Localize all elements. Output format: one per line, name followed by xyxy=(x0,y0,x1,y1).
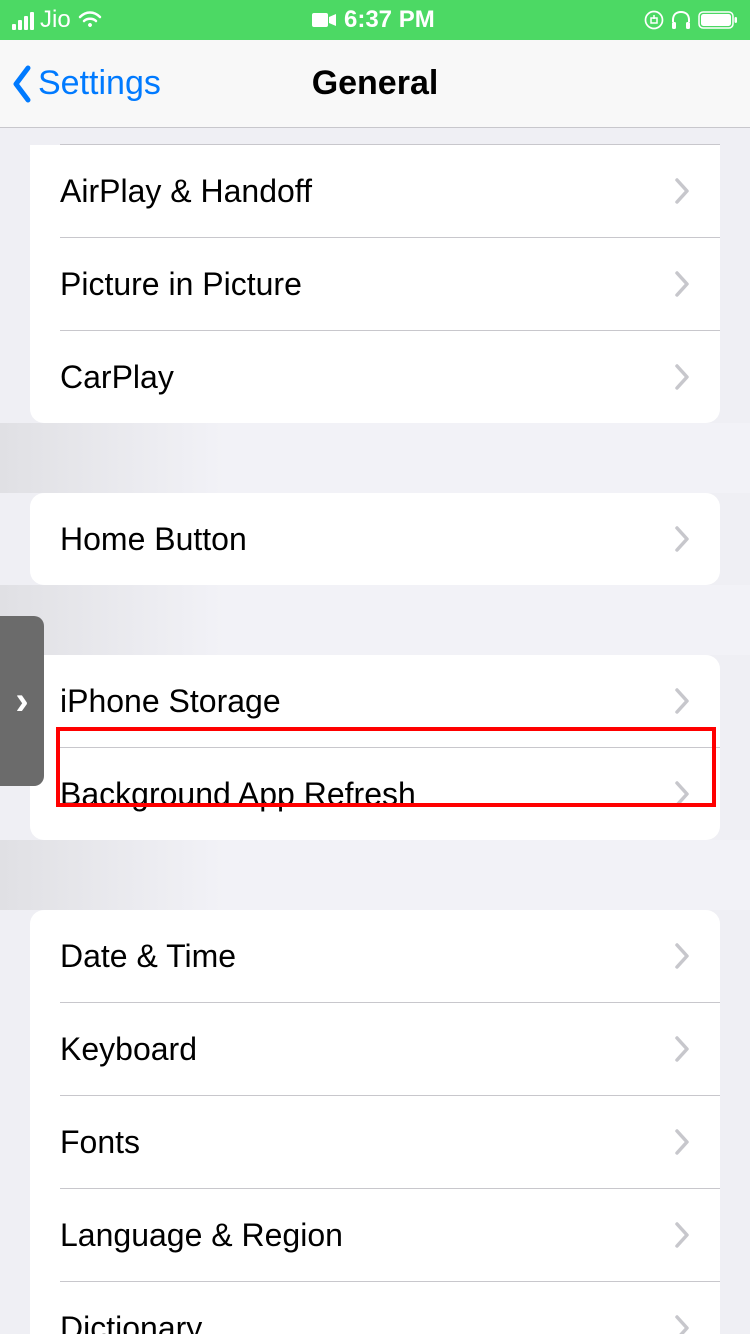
section-group: Home Button xyxy=(30,493,720,585)
status-bar: Jio 6:37 PM xyxy=(0,0,750,40)
row-label: iPhone Storage xyxy=(60,683,281,720)
page-title: General xyxy=(312,64,439,103)
chevron-right-icon xyxy=(674,1314,690,1334)
chevron-right-icon xyxy=(674,687,690,715)
carrier-label: Jio xyxy=(40,6,71,34)
row-iphone-storage[interactable]: iPhone Storage xyxy=(30,655,720,747)
chevron-right-icon xyxy=(674,1035,690,1063)
row-fonts[interactable]: Fonts xyxy=(30,1096,720,1188)
side-handle[interactable]: › xyxy=(0,616,44,786)
orientation-lock-icon xyxy=(644,10,664,30)
camera-icon xyxy=(312,12,336,28)
chevron-right-icon xyxy=(674,1221,690,1249)
chevron-right-icon xyxy=(674,525,690,553)
row-background-app-refresh[interactable]: Background App Refresh xyxy=(30,748,720,840)
chevron-right-icon xyxy=(674,270,690,298)
headphones-icon xyxy=(670,10,692,30)
battery-icon xyxy=(698,11,738,29)
row-label: Fonts xyxy=(60,1124,140,1161)
row-dictionary[interactable]: Dictionary xyxy=(30,1282,720,1334)
row-label: Home Button xyxy=(60,521,247,558)
row-label: Language & Region xyxy=(60,1217,343,1254)
back-button[interactable]: Settings xyxy=(0,64,161,104)
signal-icon xyxy=(12,10,34,30)
row-picture-in-picture[interactable]: Picture in Picture xyxy=(30,238,720,330)
section-group: AirPlay & Handoff Picture in Picture Car… xyxy=(30,145,720,423)
section-group: iPhone Storage Background App Refresh xyxy=(30,655,720,840)
chevron-left-icon xyxy=(10,64,34,104)
row-date-time[interactable]: Date & Time xyxy=(30,910,720,1002)
chevron-right-icon xyxy=(674,363,690,391)
row-language-region[interactable]: Language & Region xyxy=(30,1189,720,1281)
row-label: Keyboard xyxy=(60,1031,197,1068)
section-gap xyxy=(0,840,750,910)
chevron-right-icon xyxy=(674,1128,690,1156)
time-label: 6:37 PM xyxy=(344,6,435,34)
row-home-button[interactable]: Home Button xyxy=(30,493,720,585)
status-right xyxy=(644,10,738,30)
section-gap xyxy=(0,423,750,493)
chevron-right-icon xyxy=(674,780,690,808)
row-label: Picture in Picture xyxy=(60,266,302,303)
row-carplay[interactable]: CarPlay xyxy=(30,331,720,423)
row-label: AirPlay & Handoff xyxy=(60,173,312,210)
status-left: Jio xyxy=(12,6,103,34)
chevron-right-icon xyxy=(674,942,690,970)
row-label: Date & Time xyxy=(60,938,236,975)
back-label: Settings xyxy=(38,64,161,103)
section-group: Date & Time Keyboard Fonts Language & Re… xyxy=(30,910,720,1334)
row-label: Dictionary xyxy=(60,1310,202,1334)
row-airplay-handoff[interactable]: AirPlay & Handoff xyxy=(30,145,720,237)
section-gap xyxy=(0,585,750,655)
status-center: 6:37 PM xyxy=(312,6,435,34)
content[interactable]: AirPlay & Handoff Picture in Picture Car… xyxy=(0,128,750,1334)
chevron-right-icon xyxy=(674,177,690,205)
row-label: Background App Refresh xyxy=(60,776,416,813)
row-label: CarPlay xyxy=(60,359,174,396)
nav-bar: Settings General xyxy=(0,40,750,128)
row-keyboard[interactable]: Keyboard xyxy=(30,1003,720,1095)
wifi-icon xyxy=(77,10,103,30)
chevron-right-icon: › xyxy=(15,679,28,724)
